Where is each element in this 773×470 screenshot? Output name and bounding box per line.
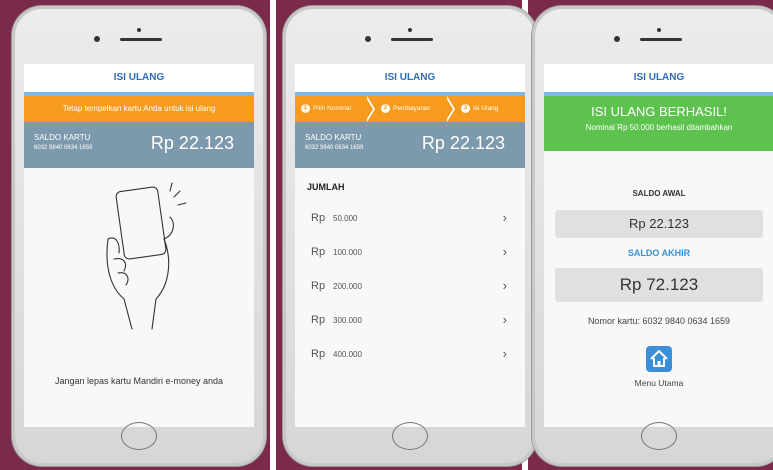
amount-option[interactable]: Rp 100.000 › <box>295 236 525 270</box>
phone-select-amount: ISI ULANG 1 Pilih Nominal 2 Pembayaran 3 Is… <box>283 6 537 466</box>
card-number: Nomor kartu: 6032 9840 0634 1659 <box>587 316 731 326</box>
saldo-akhir-value: Rp 72.123 <box>555 268 763 302</box>
saldo-akhir-label: SALDO AKHIR <box>627 248 691 258</box>
step-progress: 1 Pilih Nominal 2 Pembayaran 3 Isi Ulang <box>295 96 525 122</box>
screen-select-amount: ISI ULANG 1 Pilih Nominal 2 Pembayaran 3 Is… <box>295 64 525 427</box>
step-3: 3 Isi Ulang <box>461 96 498 122</box>
phone-tap-card: ISI ULANG Tetap tempelkan kartu Anda unt… <box>12 6 266 466</box>
screen-success: ISI ULANG ISI ULANG BERHASIL! Nominal Rp… <box>544 64 773 427</box>
success-subtitle: Nominal Rp 50.000 berhasil ditambahkan <box>585 123 733 132</box>
amount-option[interactable]: Rp 300.000 › <box>295 304 525 338</box>
saldo-amount: Rp 22.123 <box>150 133 234 153</box>
saldo-panel: SALDO KARTU 6032 9840 0634 1659 Rp 22.12… <box>24 122 254 168</box>
caption-text: Jangan lepas kartu Mandiri e-money anda <box>54 376 224 386</box>
chevron-right-icon: › <box>502 312 507 327</box>
page-title: ISI ULANG <box>544 64 773 96</box>
chevron-right-icon: › <box>502 346 507 361</box>
home-button[interactable] <box>392 422 428 450</box>
menu-utama-label: Menu Utama <box>634 378 684 388</box>
saldo-awal-label: SALDO AWAL <box>632 189 686 198</box>
chevron-right-icon: › <box>502 210 507 225</box>
saldo-panel: SALDO KARTU 6032 9840 0634 1659 Rp 22.12… <box>295 122 525 168</box>
saldo-awal-value: Rp 22.123 <box>555 210 763 238</box>
success-headline: ISI ULANG BERHASIL! <box>591 104 727 119</box>
saldo-label: SALDO KARTU <box>34 133 91 142</box>
amount-option[interactable]: Rp 200.000 › <box>295 270 525 304</box>
earpiece <box>365 28 455 48</box>
success-banner: ISI ULANG BERHASIL! Nominal Rp 50.000 be… <box>544 96 773 151</box>
home-button[interactable] <box>121 422 157 450</box>
background-gap <box>270 0 276 470</box>
jumlah-label: JUMLAH <box>307 182 345 192</box>
step-2: 2 Pembayaran <box>381 96 430 122</box>
saldo-amount: Rp 22.123 <box>421 133 505 153</box>
step-1: 1 Pilih Nominal <box>301 96 351 122</box>
hand-phone-illustration-icon <box>24 179 254 339</box>
card-number: 6032 9840 0634 1659 <box>305 145 364 151</box>
home-button[interactable] <box>641 422 677 450</box>
menu-utama-button[interactable] <box>646 346 672 372</box>
chevron-right-icon: › <box>502 244 507 259</box>
card-number: 6032 9840 0634 1659 <box>34 145 93 151</box>
chevron-right-icon: › <box>502 278 507 293</box>
screen-tap-card: ISI ULANG Tetap tempelkan kartu Anda unt… <box>24 64 254 427</box>
page-title: ISI ULANG <box>24 64 254 96</box>
house-icon <box>650 350 668 367</box>
earpiece <box>94 28 184 48</box>
amount-option[interactable]: Rp 50.000 › <box>295 202 525 236</box>
page-title: ISI ULANG <box>295 64 525 96</box>
phone-success: ISI ULANG ISI ULANG BERHASIL! Nominal Rp… <box>532 6 773 466</box>
earpiece <box>614 28 704 48</box>
saldo-label: SALDO KARTU <box>305 133 362 142</box>
amount-option[interactable]: Rp 400.000 › <box>295 338 525 372</box>
instruction-banner: Tetap tempelkan kartu Anda untuk isi ula… <box>24 96 254 122</box>
